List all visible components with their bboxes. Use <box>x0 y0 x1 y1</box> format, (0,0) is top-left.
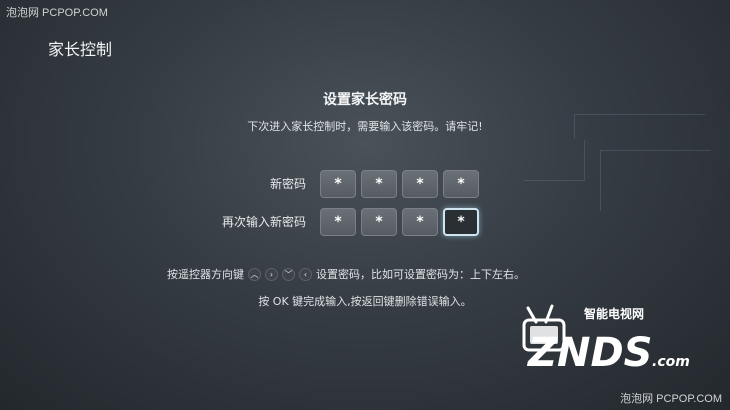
logo-text-main: ZNDS <box>526 330 653 376</box>
hint-line-1: 按遥控器方向键 ︿ › ﹀ ‹ 设置密码，比如可设置密码为：上下左右。 <box>167 266 525 282</box>
new-password-digit-2[interactable]: * <box>361 170 397 198</box>
arrow-right-icon: › <box>265 267 278 281</box>
confirm-password-digit-2[interactable]: * <box>361 208 397 236</box>
hint-prefix: 按遥控器方向键 <box>167 268 244 281</box>
znds-logo: 智能电视网 ZNDS .com <box>522 304 690 376</box>
hint-suffix: 设置密码，比如可设置密码为：上下左右。 <box>316 268 525 281</box>
arrow-left-icon: ‹ <box>299 267 312 281</box>
page-title: 家长控制 <box>48 40 113 59</box>
confirm-password-boxes: * * * * <box>320 208 479 236</box>
confirm-password-digit-1[interactable]: * <box>320 208 356 236</box>
decorative-line <box>600 150 711 211</box>
confirm-password-digit-4[interactable]: * <box>443 208 479 236</box>
new-password-label: 新密码 <box>269 177 306 191</box>
watermark-top: 泡泡网 PCPOP.COM <box>6 7 108 19</box>
decorative-line <box>524 140 585 181</box>
arrow-up-icon: ︿ <box>248 267 261 281</box>
new-password-boxes: * * * * <box>320 170 479 198</box>
logo-text-cn: 智能电视网 <box>583 306 644 321</box>
section-title: 设置家长密码 <box>323 92 407 108</box>
confirm-password-label: 再次输入新密码 <box>221 215 306 229</box>
section-subtitle: 下次进入家长控制时，需要输入该密码。请牢记! <box>247 120 483 133</box>
new-password-digit-3[interactable]: * <box>402 170 438 198</box>
arrow-down-icon: ﹀ <box>282 267 295 281</box>
watermark-bottom: 泡泡网 PCPOP.COM <box>620 393 722 405</box>
new-password-digit-1[interactable]: * <box>320 170 356 198</box>
confirm-password-digit-3[interactable]: * <box>402 208 438 236</box>
logo-text-suffix: .com <box>652 354 690 370</box>
new-password-digit-4[interactable]: * <box>443 170 479 198</box>
